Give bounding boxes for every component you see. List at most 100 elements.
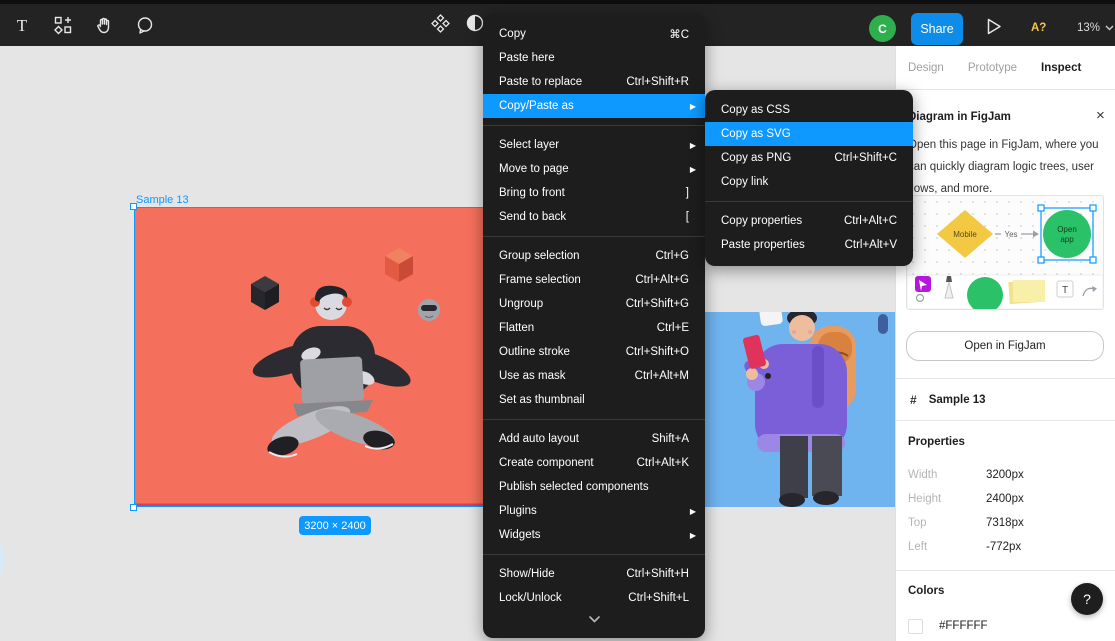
menu-item-copy-as-svg[interactable]: Copy as SVG (705, 122, 913, 146)
flowchart-circle-shape (1043, 210, 1091, 258)
menu-item-copy[interactable]: Copy ⌘C (483, 22, 705, 46)
menu-separator (705, 201, 913, 202)
menu-item-send-to-back[interactable]: Send to back [ (483, 205, 705, 229)
property-label: Width (908, 469, 986, 481)
help-button[interactable]: ? (1071, 583, 1103, 615)
menu-item-ungroup[interactable]: Ungroup Ctrl+Shift+G (483, 292, 705, 316)
submenu-arrow-icon: ▶ (690, 507, 696, 516)
menu-item-use-as-mask[interactable]: Use as mask Ctrl+Alt+M (483, 364, 705, 388)
menu-scroll-more[interactable] (483, 610, 705, 628)
widgets-toolbar-button[interactable] (431, 14, 449, 32)
figjam-toolbar-strip (907, 275, 1103, 309)
hand-tool-icon (95, 16, 113, 34)
chevron-down-icon (1105, 25, 1114, 31)
menu-item-copy-paste-as[interactable]: Copy/Paste as ▶ (483, 94, 705, 118)
tab-inspect[interactable]: Inspect (1041, 62, 1081, 74)
colors-section-title: Colors (908, 585, 944, 597)
menu-separator (483, 419, 705, 420)
menu-item-add-auto-layout[interactable]: Add auto layout Shift+A (483, 427, 705, 451)
selection-handle-top-left[interactable] (130, 203, 137, 210)
scroll-thumb-shape (878, 314, 888, 334)
property-row-top: Top 7318px (896, 511, 1115, 535)
menu-item-lock-unlock[interactable]: Lock/Unlock Ctrl+Shift+L (483, 586, 705, 610)
present-button[interactable] (987, 18, 1002, 40)
menu-item-paste-here[interactable]: Paste here (483, 46, 705, 70)
property-label: Left (908, 541, 986, 553)
zoom-control[interactable]: 13% (1077, 22, 1114, 34)
menu-item-create-component[interactable]: Create component Ctrl+Alt+K (483, 451, 705, 475)
selected-frame[interactable] (134, 207, 536, 507)
emoji-sphere-shape (418, 299, 440, 321)
menu-item-widgets[interactable]: Widgets ▶ (483, 523, 705, 547)
figjam-section-title: Diagram in FigJam (908, 111, 1011, 123)
figjam-preview-thumbnail: Mobile Yes Open app T (906, 195, 1104, 310)
submenu-arrow-icon: ▶ (690, 141, 696, 150)
person-shape (249, 286, 415, 459)
tab-design[interactable]: Design (908, 62, 944, 74)
menu-item-copy-link[interactable]: Copy link (705, 170, 913, 194)
menu-item-outline-stroke[interactable]: Outline stroke Ctrl+Shift+O (483, 340, 705, 364)
comment-tool-button[interactable] (136, 16, 154, 34)
comment-icon (136, 16, 154, 34)
menu-item-publish-selected-components[interactable]: Publish selected components (483, 475, 705, 499)
chevron-down-icon (589, 616, 600, 623)
property-row-left: Left -772px (896, 535, 1115, 559)
menu-separator (483, 125, 705, 126)
svg-text:T: T (1062, 285, 1068, 296)
divider (896, 420, 1115, 421)
menu-item-bring-to-front[interactable]: Bring to front ] (483, 181, 705, 205)
frame-icon: # (910, 393, 917, 407)
menu-item-paste-to-replace[interactable]: Paste to replace Ctrl+Shift+R (483, 70, 705, 94)
menu-item-copy-properties[interactable]: Copy properties Ctrl+Alt+C (705, 209, 913, 233)
dark-cube-shape (251, 276, 279, 310)
close-icon[interactable]: × (1096, 108, 1105, 123)
menu-separator (483, 554, 705, 555)
selection-handle-bottom-left[interactable] (130, 504, 137, 511)
frame-name-label[interactable]: Sample 13 (136, 194, 189, 206)
copy-paste-as-submenu: Copy as CSS Copy as SVG Copy as PNG Ctrl… (705, 90, 913, 266)
panel-tabs: Design Prototype Inspect (896, 46, 1115, 90)
resources-icon (54, 16, 72, 34)
property-row-width: Width 3200px (896, 463, 1115, 487)
sticky-notes-shape (1008, 280, 1045, 304)
menu-item-group-selection[interactable]: Group selection Ctrl+G (483, 244, 705, 268)
property-value: -772px (986, 541, 1021, 553)
menu-item-paste-properties[interactable]: Paste properties Ctrl+Alt+V (705, 233, 913, 257)
text-tool-button[interactable]: T (13, 16, 31, 34)
tab-prototype[interactable]: Prototype (968, 62, 1017, 74)
selection-name: Sample 13 (929, 394, 986, 406)
resources-tool-button[interactable] (54, 16, 72, 34)
half-circle-icon (466, 14, 484, 32)
flowchart-circle-label-1: Open (1057, 225, 1077, 234)
submenu-arrow-icon: ▶ (690, 102, 696, 111)
open-in-figjam-button[interactable]: Open in FigJam (906, 331, 1104, 361)
menu-item-copy-as-png[interactable]: Copy as PNG Ctrl+Shift+C (705, 146, 913, 170)
menu-item-frame-selection[interactable]: Frame selection Ctrl+Alt+G (483, 268, 705, 292)
submenu-arrow-icon: ▶ (690, 531, 696, 540)
color-row[interactable]: #FFFFFF (908, 618, 988, 634)
avatar[interactable]: C (869, 15, 896, 42)
share-button[interactable]: Share (911, 13, 963, 45)
menu-item-move-to-page[interactable]: Move to page ▶ (483, 157, 705, 181)
theme-toolbar-button[interactable] (466, 14, 484, 32)
inspector-panel: Design Prototype Inspect Diagram in FigJam… (895, 46, 1115, 641)
menu-item-set-as-thumbnail[interactable]: Set as thumbnail (483, 388, 705, 412)
laptop-person-illustration (135, 208, 537, 508)
menu-item-show-hide[interactable]: Show/Hide Ctrl+Shift+H (483, 562, 705, 586)
diamond-grid-icon (431, 14, 450, 33)
figjam-description: Open this page in FigJam, where you can … (908, 134, 1106, 200)
color-swatch (908, 619, 923, 634)
menu-separator (483, 236, 705, 237)
question-mark-icon: ? (1083, 591, 1091, 607)
selection-row[interactable]: # Sample 13 (896, 379, 1115, 420)
menu-item-copy-as-css[interactable]: Copy as CSS (705, 98, 913, 122)
menu-item-select-layer[interactable]: Select layer ▶ (483, 133, 705, 157)
text-tool-icon: T (17, 17, 27, 34)
missing-font-indicator[interactable]: A? (1031, 22, 1046, 34)
menu-item-plugins[interactable]: Plugins ▶ (483, 499, 705, 523)
left-edge-panel-sliver (0, 546, 4, 574)
context-menu: Copy ⌘C Paste here Paste to replace Ctrl… (483, 14, 705, 638)
menu-item-flatten[interactable]: Flatten Ctrl+E (483, 316, 705, 340)
hand-tool-button[interactable] (95, 16, 113, 34)
play-icon (987, 18, 1002, 35)
